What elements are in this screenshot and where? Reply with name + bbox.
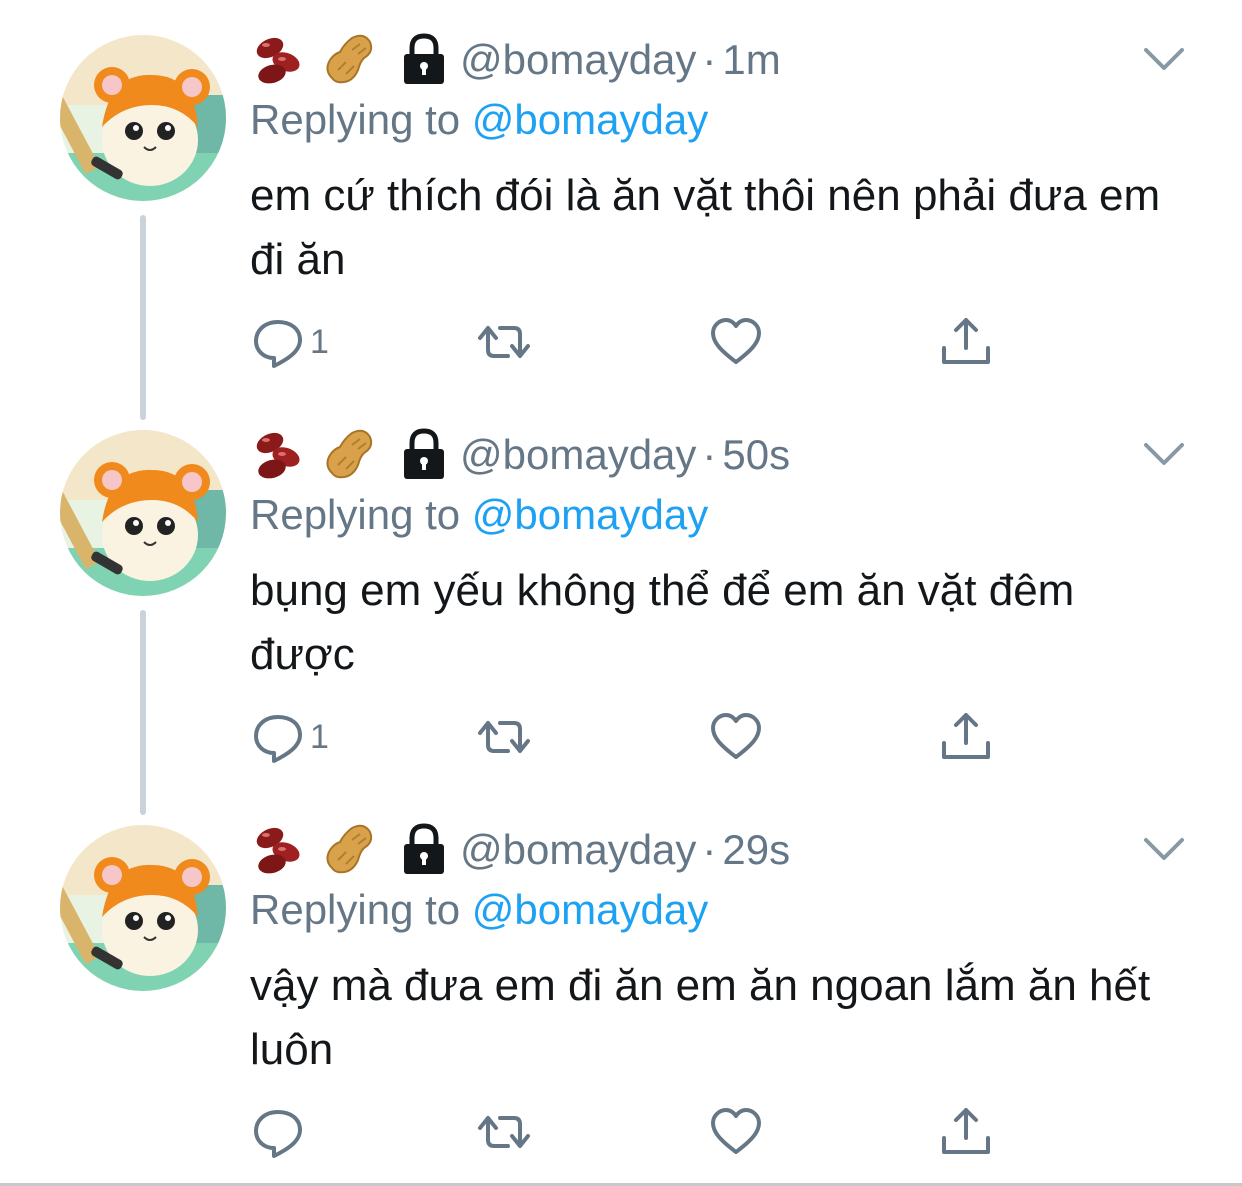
chevron-down-icon[interactable] [1140, 832, 1188, 868]
separator: · [702, 826, 717, 873]
peanut-emoji [318, 820, 378, 880]
share-icon [938, 709, 994, 765]
chevron-down-icon[interactable] [1140, 42, 1188, 78]
peanut-emoji [318, 30, 378, 90]
replying-label: Replying to [250, 886, 461, 933]
retweet-icon [476, 314, 532, 370]
timestamp[interactable]: 29s [722, 826, 790, 874]
replying-to: Replying to @bomayday [250, 96, 708, 144]
reply-icon [250, 709, 306, 765]
retweet-icon [476, 709, 532, 765]
reply-button[interactable]: 1 [250, 312, 329, 372]
retweet-icon [476, 1104, 532, 1160]
reply-icon [250, 314, 306, 370]
mention-link[interactable]: @bomayday [472, 96, 708, 143]
chevron-down-icon[interactable] [1140, 437, 1188, 473]
replying-label: Replying to [250, 96, 461, 143]
like-button[interactable] [708, 1102, 764, 1162]
avatar[interactable] [60, 825, 226, 991]
retweet-button[interactable] [476, 707, 532, 767]
tweet-header: @bomayday · 29s [250, 818, 790, 882]
tweet-text: vậy mà đưa em đi ăn em ăn ngoan lắm ăn h… [250, 961, 1151, 1074]
mention-link[interactable]: @bomayday [472, 886, 708, 933]
separator: · [702, 431, 717, 478]
avatar[interactable] [60, 35, 226, 201]
tweet-header: @bomayday · 1m [250, 28, 781, 92]
heart-icon [708, 709, 764, 765]
retweet-button[interactable] [476, 1102, 532, 1162]
peanut-emoji [318, 425, 378, 485]
tweet-text: em cứ thích đói là ăn vặt thôi nên phải … [250, 171, 1161, 284]
heart-icon [708, 314, 764, 370]
like-button[interactable] [708, 312, 764, 372]
share-icon [938, 1104, 994, 1160]
replying-to: Replying to @bomayday [250, 886, 708, 934]
like-button[interactable] [708, 707, 764, 767]
reply-button[interactable] [250, 1102, 310, 1162]
timestamp[interactable]: 1m [722, 36, 780, 84]
tweet-header: @bomayday · 50s [250, 423, 790, 487]
user-handle[interactable]: @bomayday [460, 431, 696, 479]
tweet-actions [250, 1102, 1010, 1162]
tweet[interactable]: @bomayday · 29s Replying to @bomayday vậ… [0, 790, 1242, 1185]
beans-emoji [250, 425, 310, 485]
reply-count: 1 [310, 322, 329, 361]
mention-link[interactable]: @bomayday [472, 491, 708, 538]
tweet-text: bụng em yếu không thể để em ăn vặt đêm đ… [250, 566, 1075, 679]
lock-icon [400, 427, 448, 483]
share-icon [938, 314, 994, 370]
share-button[interactable] [938, 707, 994, 767]
reply-button[interactable]: 1 [250, 707, 329, 767]
avatar[interactable] [60, 430, 226, 596]
user-handle[interactable]: @bomayday [460, 36, 696, 84]
lock-icon [400, 822, 448, 878]
beans-emoji [250, 30, 310, 90]
replying-label: Replying to [250, 491, 461, 538]
tweet[interactable]: @bomayday · 1m Replying to @bomayday em … [0, 0, 1242, 395]
retweet-button[interactable] [476, 312, 532, 372]
timestamp[interactable]: 50s [722, 431, 790, 479]
tweet-actions: 1 [250, 707, 1010, 767]
reply-count: 1 [310, 717, 329, 756]
lock-icon [400, 32, 448, 88]
tweet[interactable]: @bomayday · 50s Replying to @bomayday bụ… [0, 395, 1242, 790]
tweet-actions: 1 [250, 312, 1010, 372]
share-button[interactable] [938, 1102, 994, 1162]
share-button[interactable] [938, 312, 994, 372]
separator: · [702, 36, 717, 83]
heart-icon [708, 1104, 764, 1160]
replying-to: Replying to @bomayday [250, 491, 708, 539]
user-handle[interactable]: @bomayday [460, 826, 696, 874]
reply-icon [250, 1104, 306, 1160]
beans-emoji [250, 820, 310, 880]
